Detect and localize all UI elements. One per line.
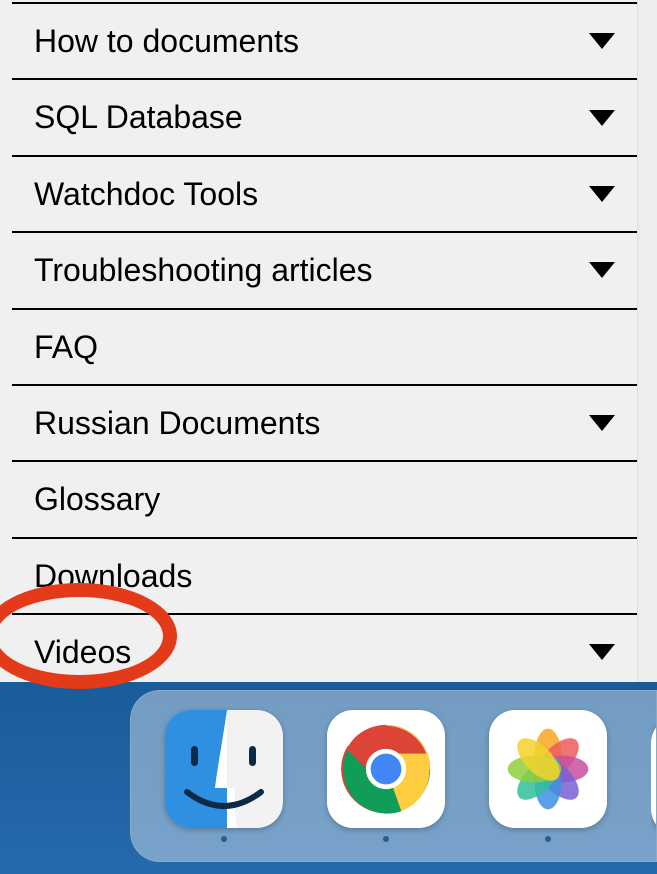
dock-app-photos[interactable] [489,710,607,842]
chrome-icon [327,710,445,828]
dock-running-indicator [221,836,227,842]
sidebar-item-how-to-documents[interactable]: How to documents [12,2,645,80]
sidebar-list: How to documents SQL Database Watchdoc T… [12,2,645,690]
sidebar-item-watchdoc-tools[interactable]: Watchdoc Tools [12,157,645,233]
desktop-background [0,682,657,874]
sidebar-item-label: Watchdoc Tools [34,175,258,213]
sidebar-item-faq[interactable]: FAQ [12,310,645,386]
page-root: How to documents SQL Database Watchdoc T… [0,0,657,874]
dock-running-indicator [383,836,389,842]
dock-app-partial[interactable] [651,717,656,835]
dock-app-finder[interactable] [165,710,283,842]
sidebar-item-label: Glossary [34,480,160,518]
sidebar-item-label: Videos [34,633,131,671]
sidebar-item-label: FAQ [34,328,98,366]
sidebar-item-videos[interactable]: Videos [12,615,645,689]
sidebar-item-russian-documents[interactable]: Russian Documents [12,386,645,462]
chevron-down-icon [589,262,615,278]
chevron-down-icon [589,186,615,202]
sidebar-item-glossary[interactable]: Glossary [12,462,645,538]
sidebar-item-label: Downloads [34,557,192,595]
chevron-down-icon [589,33,615,49]
dock [130,690,657,862]
sidebar-item-label: SQL Database [34,98,243,136]
chevron-down-icon [589,110,615,126]
chevron-down-icon [589,415,615,431]
sidebar-item-label: How to documents [34,22,299,60]
photos-icon [489,710,607,828]
sidebar-item-label: Troubleshooting articles [34,251,373,289]
dock-app-chrome[interactable] [327,710,445,842]
sidebar-item-sql-database[interactable]: SQL Database [12,80,645,156]
app-icon [651,717,656,835]
sidebar: How to documents SQL Database Watchdoc T… [0,0,657,690]
finder-icon [165,710,283,828]
sidebar-item-downloads[interactable]: Downloads [12,539,645,615]
scrollbar[interactable] [637,0,657,685]
sidebar-item-troubleshooting-articles[interactable]: Troubleshooting articles [12,233,645,309]
sidebar-item-label: Russian Documents [34,404,320,442]
dock-running-indicator [545,836,551,842]
chevron-down-icon [589,644,615,660]
